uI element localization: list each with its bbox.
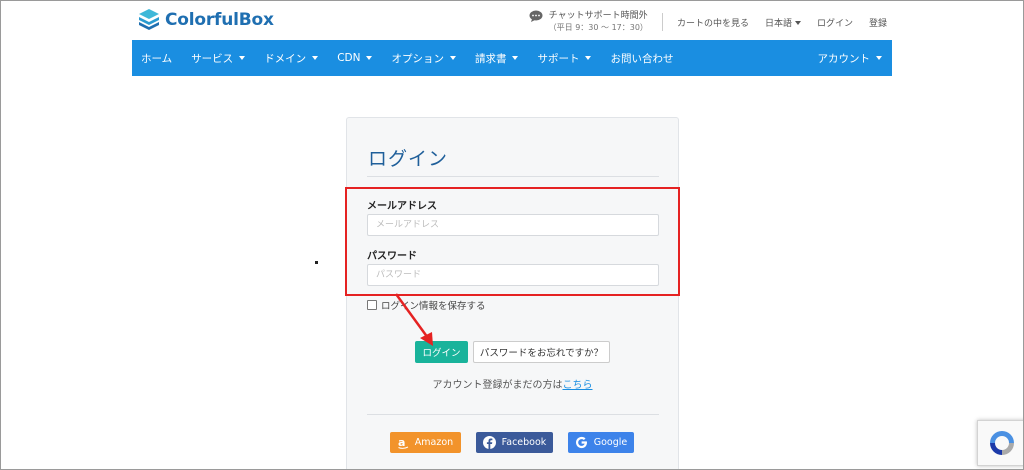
register-here-link[interactable]: こちら [563, 380, 593, 391]
chat-support-status[interactable]: チャットサポート時間外 （平日 9：30 〜 17：30） [529, 10, 648, 34]
chevron-down-icon [585, 56, 592, 60]
nav-item-label: サポート [537, 52, 580, 65]
password-field[interactable] [367, 264, 659, 286]
nav-item-account[interactable]: アカウント [817, 51, 882, 66]
top-utility-bar: チャットサポート時間外 （平日 9：30 〜 17：30） カートの中を見る 日… [529, 10, 887, 34]
chevron-down-icon [512, 56, 519, 60]
facebook-label: Facebook [501, 437, 547, 448]
main-navbar: ホーム サービス ドメイン CDN オプション 請求書 サポート お問い合わせ … [132, 40, 892, 76]
nav-item-contact[interactable]: お問い合わせ [610, 51, 673, 66]
recaptcha-badge[interactable] [977, 420, 1024, 466]
nav-item-invoices[interactable]: 請求書 [475, 51, 519, 66]
chat-bubble-icon [529, 10, 543, 22]
nav-item-label: アカウント [817, 52, 871, 65]
divider [367, 176, 659, 177]
google-label: Google [593, 437, 628, 448]
nav-item-label: ホーム [141, 52, 173, 65]
arrow-annotation-icon [394, 293, 433, 346]
password-label: パスワード [367, 251, 417, 262]
chevron-down-icon [366, 56, 373, 60]
nav-item-options[interactable]: オプション [391, 51, 456, 66]
nav-item-label: オプション [391, 52, 444, 65]
logo-box-icon [139, 9, 159, 30]
svg-text:a: a [398, 437, 405, 449]
chevron-down-icon [312, 56, 319, 60]
remember-checkbox[interactable] [367, 300, 377, 310]
nav-item-support[interactable]: サポート [537, 51, 592, 66]
chat-status-text: チャットサポート時間外 [548, 11, 648, 21]
register-prompt: アカウント登録がまだの方はこちら [347, 376, 678, 391]
nav-item-label: ドメイン [264, 52, 307, 65]
amazon-icon: a [398, 437, 409, 449]
amazon-login-button[interactable]: a Amazon [390, 432, 461, 453]
email-field[interactable] [367, 214, 659, 236]
email-label: メールアドレス [367, 201, 437, 212]
login-link[interactable]: ログイン [817, 16, 853, 29]
nav-item-services[interactable]: サービス [191, 51, 246, 66]
nav-item-label: 請求書 [474, 52, 507, 65]
top-divider [661, 13, 663, 31]
nav-item-cdn[interactable]: CDN [337, 52, 373, 64]
cart-link[interactable]: カートの中を見る [677, 16, 749, 29]
language-selector[interactable]: 日本語 [765, 16, 801, 29]
forgot-password-button[interactable]: パスワードをお忘れですか？ [473, 341, 610, 363]
divider [367, 414, 659, 415]
site-logo[interactable]: ColorfulBox [138, 8, 274, 32]
chevron-down-icon [449, 56, 456, 60]
stray-dot [315, 261, 318, 264]
register-link[interactable]: 登録 [869, 16, 887, 29]
nav-item-label: サービス [191, 52, 234, 65]
nav-item-home[interactable]: ホーム [141, 51, 172, 66]
nav-item-domains[interactable]: ドメイン [264, 51, 319, 66]
language-label: 日本語 [764, 18, 792, 29]
nav-item-label: CDN [337, 52, 361, 64]
logo-text: ColorfulBox [165, 10, 274, 30]
chat-hours-text: （平日 9：30 〜 17：30） [548, 23, 648, 32]
chevron-down-icon [876, 56, 882, 60]
google-icon [575, 436, 587, 449]
register-text: アカウント登録がまだの方は [432, 380, 563, 391]
chevron-down-icon [239, 56, 246, 60]
page-title: ログイン [368, 148, 449, 170]
google-login-button[interactable]: Google [568, 432, 634, 453]
chevron-down-icon [794, 21, 801, 25]
nav-item-label: お問い合わせ [610, 52, 674, 65]
facebook-icon [482, 436, 496, 449]
facebook-login-button[interactable]: Facebook [476, 432, 553, 453]
recaptcha-icon [990, 431, 1014, 455]
amazon-label: Amazon [414, 437, 454, 448]
